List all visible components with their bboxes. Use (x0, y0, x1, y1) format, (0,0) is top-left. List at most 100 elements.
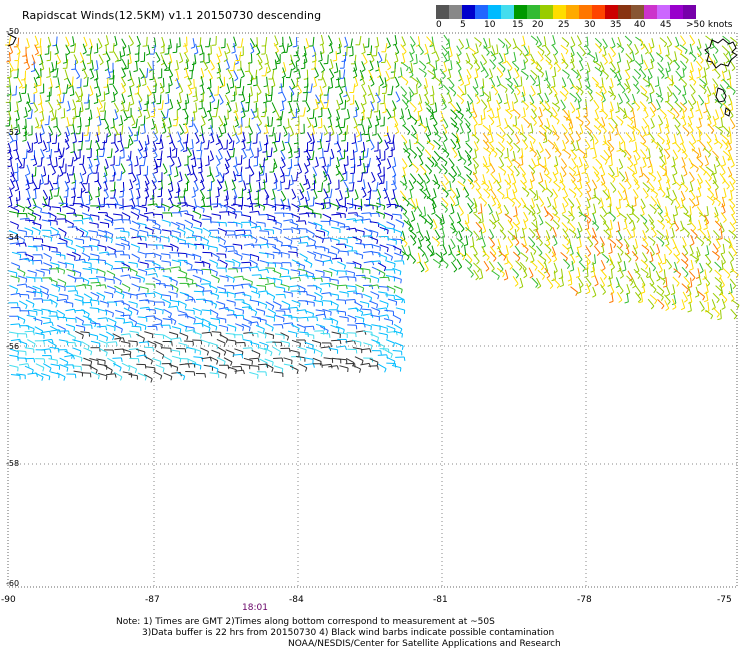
wind-barb (249, 210, 259, 213)
wind-barb (682, 204, 689, 213)
wind-barb (34, 44, 39, 54)
wind-barb-flag (510, 90, 515, 94)
wind-barb (305, 92, 308, 102)
wind-barb (65, 219, 74, 225)
wind-barb-flag (528, 210, 532, 215)
wind-barb (169, 147, 172, 157)
wind-barb-flag (427, 133, 432, 137)
wind-barb (328, 182, 330, 192)
wind-barb (161, 229, 171, 232)
wind-barb (306, 178, 311, 188)
wind-barb (376, 46, 378, 56)
wind-barb-flag (183, 75, 188, 79)
wind-barb-flag (662, 193, 666, 198)
wind-barb (730, 36, 738, 44)
wind-barb-flag (541, 51, 545, 56)
wind-barb-flag (168, 207, 170, 212)
wind-barb (409, 36, 416, 45)
wind-barb (19, 91, 22, 102)
wind-barb (41, 124, 45, 134)
wind-barb (610, 77, 614, 87)
wind-barb (419, 115, 423, 125)
wind-barb (355, 142, 358, 152)
wind-barb (392, 213, 402, 216)
wind-barb (386, 132, 391, 142)
wind-barb (59, 195, 64, 205)
wind-barb-flag (509, 140, 513, 145)
wind-barb-flag (555, 101, 559, 105)
wind-barb-flag (565, 140, 569, 144)
wind-barb (259, 163, 264, 173)
wind-barb (55, 253, 65, 256)
wind-barb (506, 148, 509, 158)
wind-barb (672, 149, 679, 158)
wind-barb (490, 173, 497, 182)
wind-barb (496, 67, 504, 75)
wind-barb (626, 228, 632, 238)
wind-barb (657, 236, 665, 244)
wind-barb-flag (692, 227, 697, 232)
wind-barb-flag (614, 175, 619, 178)
wind-barb-flag (308, 139, 312, 144)
wind-barb (370, 92, 375, 102)
wind-barb (200, 149, 203, 159)
wind-barb-flag (442, 106, 447, 110)
wind-barb-flag (24, 242, 27, 247)
wind-barb-flag (636, 186, 640, 190)
wind-barb-flag (39, 224, 42, 230)
wind-barb (495, 147, 504, 155)
wind-barb-flag (591, 196, 596, 199)
wind-barb-flag (7, 165, 12, 168)
wind-barb (306, 155, 311, 165)
wind-barb (346, 46, 348, 56)
wind-barb-flag (682, 123, 687, 127)
wind-barb-flag (678, 186, 682, 191)
wind-barb-flag (470, 203, 474, 208)
wind-barb-flag (58, 156, 63, 160)
wind-barb (81, 252, 91, 258)
wind-barb (209, 59, 215, 69)
wind-barb (270, 147, 273, 157)
wind-barb-flag (598, 65, 602, 71)
wind-barb-flag (719, 104, 723, 109)
wind-barb (370, 109, 373, 119)
wind-barb (265, 172, 268, 182)
wind-barb (506, 44, 509, 54)
wind-barb (690, 94, 697, 103)
wind-barb-flag (127, 116, 132, 119)
wind-barb-flag (304, 46, 309, 50)
wind-barb (649, 92, 653, 103)
wind-barb (99, 221, 109, 225)
wind-barb (322, 77, 327, 86)
wind-barb (186, 236, 196, 239)
wind-barb-flag (725, 51, 729, 56)
wind-barb-flag (613, 244, 617, 249)
wind-barb (423, 206, 426, 216)
wind-barb-flag (403, 165, 408, 170)
wind-barb-flag (618, 101, 623, 105)
wind-barb (698, 67, 701, 77)
wind-barb (366, 163, 369, 173)
wind-barb (610, 156, 613, 166)
wind-barb-flag (587, 253, 592, 257)
wind-barb (673, 133, 677, 143)
wind-barb (369, 212, 379, 215)
wind-barb-flag (471, 185, 475, 190)
wind-barb (498, 116, 501, 126)
wind-barb-flag (118, 123, 123, 126)
wind-barb-flag (732, 221, 737, 225)
wind-barb-flag (665, 147, 671, 151)
wind-barb-flag (342, 179, 347, 182)
wind-barb-flag (337, 249, 340, 254)
wind-barb (608, 211, 616, 219)
wind-barb (267, 203, 276, 208)
wind-barb-flag (96, 94, 101, 98)
wind-barb-flag (642, 133, 647, 137)
wind-barb-flag (645, 147, 649, 152)
wind-barb (672, 92, 679, 101)
wind-barb (202, 214, 212, 218)
wind-barb (648, 181, 655, 190)
wind-barb (353, 164, 356, 174)
wind-barb-flag (199, 52, 204, 56)
wind-barb-flag (362, 194, 367, 198)
